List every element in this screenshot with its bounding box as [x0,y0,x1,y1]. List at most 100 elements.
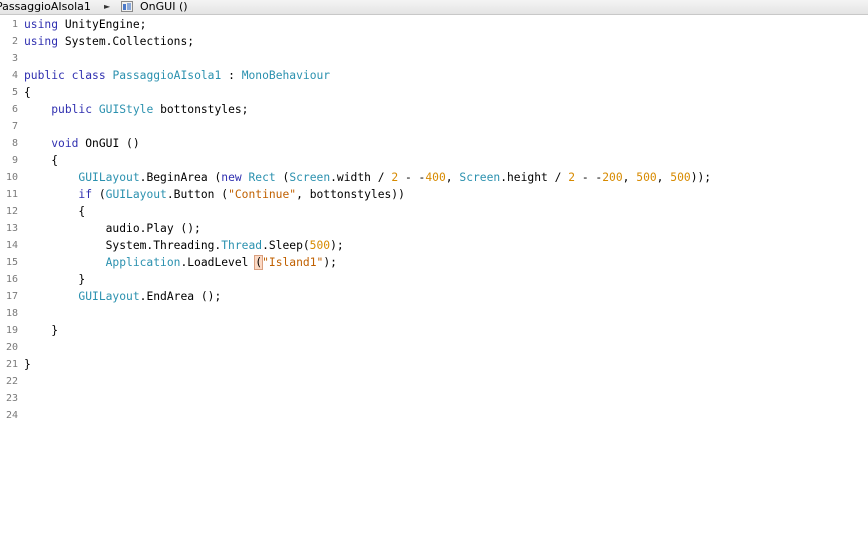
line-number: 19 [5,325,18,336]
line-number: 21 [5,359,18,370]
code-line[interactable]: 12 { [0,203,868,220]
code-token: } [24,358,31,371]
code-token: ); [323,256,337,269]
code-text[interactable]: { [24,203,85,220]
code-text[interactable]: GUILayout.BeginArea (new Rect (Screen.wi… [24,169,711,186]
code-line[interactable]: 13 audio.Play (); [0,220,868,237]
code-text[interactable]: using UnityEngine; [24,16,146,33]
code-token: .EndArea (); [139,290,222,303]
code-token: .width / [330,171,392,184]
code-token: if [78,188,93,201]
code-text[interactable]: } [24,271,85,288]
code-line[interactable]: 11 if (GUILayout.Button ("Continue", bot… [0,186,868,203]
code-token: void [51,137,79,150]
code-line[interactable]: 16 } [0,271,868,288]
breadcrumb-class[interactable]: PassaggioAIsola1 [0,0,91,13]
code-line[interactable]: 8 void OnGUI () [0,135,868,152]
line-number: 20 [5,342,18,353]
code-token: Thread [221,239,263,252]
code-token: GUILayout [78,290,140,303]
code-token: .Sleep( [262,239,310,252]
breadcrumb-method[interactable]: OnGUI () [140,0,188,13]
code-line[interactable]: 7 [0,118,868,135]
code-line[interactable]: 23 [0,390,868,407]
code-token: Screen [289,171,331,184]
code-token: { [24,86,31,99]
code-token: Application [105,256,181,269]
code-line[interactable]: 15 Application.LoadLevel ("Island1"); [0,254,868,271]
code-text[interactable]: } [24,356,31,373]
code-text[interactable]: GUILayout.EndArea (); [24,288,221,305]
code-line[interactable]: 4 public class PassaggioAIsola1 : MonoBeh… [0,67,868,84]
code-text[interactable]: public GUIStyle bottonstyles; [24,101,248,118]
line-number: 4 [11,70,18,81]
code-text[interactable]: public class PassaggioAIsola1 : MonoBeha… [24,67,330,84]
line-number: 23 [5,393,18,404]
line-number: 9 [11,155,18,166]
code-token: PassaggioAIsola1 [112,69,222,82]
code-line[interactable]: 18 [0,305,868,322]
line-number: 24 [5,410,18,421]
code-text[interactable]: System.Threading.Thread.Sleep(500); [24,237,344,254]
code-text[interactable]: using System.Collections; [24,33,194,50]
code-token: OnGUI () [78,137,140,150]
line-number: 12 [5,206,18,217]
code-line[interactable]: 22 [0,373,868,390]
code-token: GUILayout [78,171,140,184]
code-token: audio.Play (); [24,222,201,235]
line-number: 6 [11,104,18,115]
code-token: )); [690,171,712,184]
code-token: System.Collections; [58,35,195,48]
code-token: { [24,154,59,167]
code-line[interactable]: 5{ [0,84,868,101]
code-text[interactable]: Application.LoadLevel ("Island1"); [24,254,337,271]
code-text[interactable]: void OnGUI () [24,135,140,152]
code-line[interactable]: 19 } [0,322,868,339]
code-token: bottonstyles; [153,103,249,116]
code-line[interactable]: 2 using System.Collections; [0,33,868,50]
code-token: public [24,69,65,82]
code-text[interactable]: { [24,152,58,169]
code-text[interactable]: audio.Play (); [24,220,201,237]
code-line[interactable]: 6 public GUIStyle bottonstyles; [0,101,868,118]
code-token: GUIStyle [98,103,154,116]
code-line[interactable]: 24 [0,407,868,424]
code-token: ( [275,171,290,184]
code-token: UnityEngine; [58,18,147,31]
line-number: 7 [11,121,18,132]
code-line[interactable]: 3 [0,50,868,67]
code-token: MonoBehaviour [241,69,331,82]
code-line[interactable]: 9 { [0,152,868,169]
code-token: .Button ( [166,188,229,201]
code-token: , [656,171,671,184]
code-line[interactable]: 1 using UnityEngine; [0,16,868,33]
code-line[interactable]: 17 GUILayout.EndArea (); [0,288,868,305]
code-text[interactable]: } [24,322,58,339]
code-token: new [221,171,242,184]
line-number: 15 [5,257,18,268]
code-token: } [24,324,59,337]
code-line[interactable]: 10 GUILayout.BeginArea (new Rect (Screen… [0,169,868,186]
code-token: 500 [636,171,657,184]
code-token: 200 [602,171,623,184]
code-text[interactable]: if (GUILayout.Button ("Continue", botton… [24,186,405,203]
code-token: Screen [459,171,501,184]
code-line[interactable]: 20 [0,339,868,356]
line-number: 11 [5,189,18,200]
breadcrumb-separator-icon[interactable]: ► [104,0,110,13]
code-line[interactable]: 14 System.Threading.Thread.Sleep(500); [0,237,868,254]
code-token: .LoadLevel [180,256,256,269]
code-token: 400 [425,171,446,184]
line-number: 22 [5,376,18,387]
code-text[interactable]: { [24,84,31,101]
code-token: "Continue" [228,188,297,201]
line-number: 3 [11,53,18,64]
code-token: , bottonstyles)) [296,188,405,201]
code-editor[interactable]: 1 using UnityEngine; 2 using System.Collect… [0,16,868,546]
code-line[interactable]: 21} [0,356,868,373]
